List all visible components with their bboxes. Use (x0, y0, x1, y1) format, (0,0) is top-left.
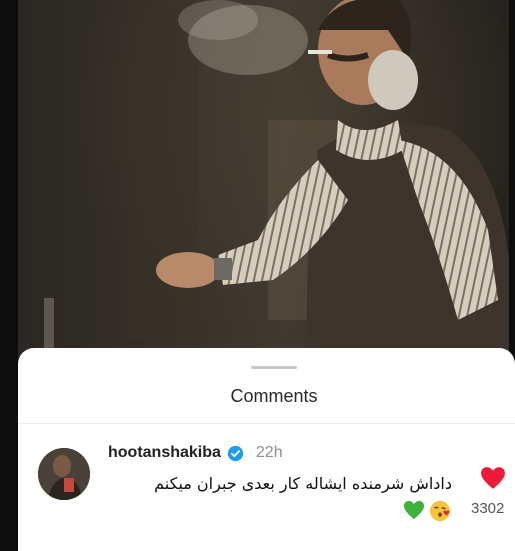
green-heart-emoji (404, 500, 424, 520)
comment-text: داداش شرمنده ایشاله کار بعدی جبران میکنم (154, 474, 452, 493)
comment-username[interactable]: hootanshakiba (108, 444, 221, 462)
sheet-divider (18, 423, 515, 424)
video-frame (18, 0, 509, 380)
comment-header: hootanshakiba 22h (108, 444, 283, 462)
comment-time: 22h (255, 444, 283, 461)
redaction-box (98, 503, 392, 551)
kissing-face-emoji (429, 500, 451, 522)
avatar-photo (38, 448, 90, 500)
avatar[interactable] (38, 448, 90, 500)
verified-badge-icon (227, 445, 244, 461)
left-edge (0, 0, 18, 551)
heart-icon[interactable] (480, 466, 506, 490)
comment-reactions (403, 500, 451, 522)
sheet-title: Comments (230, 386, 318, 406)
sheet-drag-handle[interactable] (251, 366, 297, 369)
video-player[interactable] (18, 0, 509, 380)
screen: Comments hootanshakiba 22h داداش شرمنده … (0, 0, 515, 551)
like-count: 3302 (471, 500, 505, 517)
